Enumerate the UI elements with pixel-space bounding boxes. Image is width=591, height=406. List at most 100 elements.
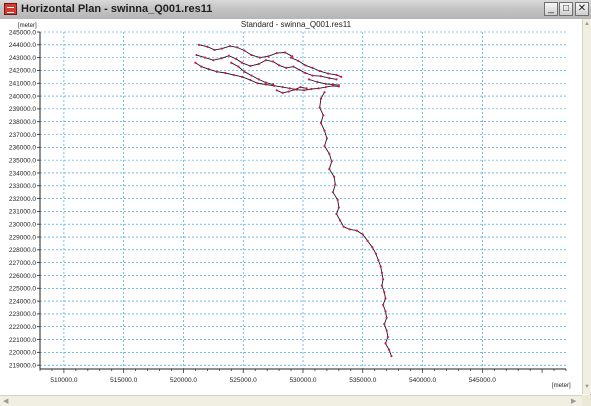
cross-section-point [215, 70, 219, 73]
cross-section-point [316, 80, 319, 84]
maximize-button[interactable]: □ [559, 2, 573, 16]
cross-section-point [318, 106, 321, 109]
cross-section-point [288, 87, 291, 90]
cross-section-point [361, 233, 364, 236]
cross-section-point [264, 59, 268, 62]
cross-section-point [281, 85, 284, 89]
cross-section-point [234, 57, 238, 61]
cross-section-point [257, 62, 260, 66]
cross-section-point [275, 89, 278, 92]
y-tick-label: 240000.0 [9, 93, 36, 100]
x-tick-label: 525000.0 [230, 377, 257, 384]
cross-section-point [335, 73, 338, 77]
cross-section-point [194, 61, 197, 64]
cross-section-point [311, 66, 314, 69]
cross-section-point [336, 198, 339, 201]
cross-section-point [322, 114, 325, 117]
cross-section-point [334, 183, 337, 186]
y-tick-label: 225000.0 [9, 286, 36, 293]
cross-section-point [243, 70, 246, 73]
y-tick-label: 229000.0 [9, 234, 36, 241]
scroll-up-icon[interactable]: ▲ [584, 21, 590, 27]
cross-section-point [380, 284, 383, 287]
cross-section-point [328, 77, 331, 80]
cross-section-point [228, 44, 232, 48]
cross-section-point [323, 129, 326, 132]
cross-section-point [195, 53, 198, 57]
y-tick-label: 242000.0 [9, 68, 36, 75]
y-tick-label: 227000.0 [9, 260, 36, 267]
vertical-scrollbar[interactable]: ▲ ▼ [582, 19, 591, 394]
cross-section-point [337, 84, 340, 87]
close-button[interactable]: ✕ [575, 2, 589, 16]
title-bar[interactable]: Horizontal Plan - swinna_Q001.res11 _ □ … [0, 0, 591, 20]
size-grip[interactable] [582, 395, 591, 406]
cross-section-point [275, 52, 278, 55]
cross-section-point [381, 303, 385, 307]
horizontal-plan-chart[interactable]: Standard - swinna_Q001.res11 [meter] [me… [0, 19, 582, 395]
cross-section-point [319, 121, 323, 125]
cross-section-point [277, 64, 281, 67]
cross-section-point [328, 152, 331, 155]
y-tick-label: 222000.0 [9, 324, 36, 331]
cross-section-point [307, 78, 311, 81]
cross-section-point [377, 258, 380, 262]
cross-section-point [317, 87, 320, 90]
cross-section-point [337, 206, 340, 209]
y-tick-label: 234000.0 [9, 170, 36, 177]
cross-section-point [287, 90, 290, 93]
cross-section-point [338, 219, 342, 222]
y-tick-label: 221000.0 [9, 337, 36, 344]
cross-section-point [250, 53, 253, 57]
cross-section-point [227, 54, 230, 57]
y-tick-label: 232000.0 [9, 196, 36, 203]
x-axis-unit-label: [meter] [552, 383, 571, 389]
cross-section-point [212, 59, 215, 62]
y-tick-label: 219000.0 [9, 362, 36, 369]
scroll-right-icon[interactable]: ▶ [571, 397, 576, 405]
cross-section-point [264, 81, 268, 84]
cross-section-point [203, 56, 207, 59]
x-tick-label: 510000.0 [50, 377, 77, 384]
cross-section-point [380, 271, 383, 274]
cross-section-point [324, 82, 327, 85]
cross-section-point [283, 51, 287, 54]
cross-section-point [292, 65, 295, 68]
y-tick-label: 244000.0 [9, 42, 36, 49]
cross-section-point [366, 239, 369, 242]
horizontal-scrollbar[interactable]: ◀ ▶ [0, 395, 582, 406]
cross-section-point [327, 72, 330, 75]
cross-section-point [240, 61, 244, 64]
cross-section-point [348, 228, 351, 231]
y-tick-label: 220000.0 [9, 350, 36, 357]
scroll-left-icon[interactable]: ◀ [3, 397, 8, 405]
y-tick-label: 228000.0 [9, 247, 36, 254]
cross-section-point [272, 60, 275, 63]
x-tick-label: 540000.0 [409, 377, 436, 384]
cross-section-point [293, 88, 296, 91]
cross-section-point [285, 66, 288, 69]
cross-section-point [237, 65, 240, 68]
x-tick-label: 520000.0 [170, 377, 197, 384]
y-tick-label: 233000.0 [9, 183, 36, 190]
y-tick-label: 238000.0 [9, 119, 36, 126]
cross-section-point [374, 252, 378, 255]
cross-section-point [371, 246, 374, 249]
cross-section-point [264, 83, 268, 86]
x-tick-label: 530000.0 [289, 377, 316, 384]
cross-section-point [267, 55, 270, 58]
cross-section-point [328, 168, 331, 171]
minimize-button[interactable]: _ [544, 2, 558, 16]
cross-section-point [379, 265, 382, 268]
cross-section-point [243, 49, 246, 52]
cross-section-point [323, 91, 326, 94]
cross-section-point [340, 75, 343, 78]
cross-section-point [332, 175, 336, 178]
scroll-down-icon[interactable]: ▼ [584, 384, 590, 390]
cross-section-point [304, 71, 307, 75]
cross-section-point [250, 74, 253, 77]
cross-section-point [390, 355, 393, 358]
cross-section-point [310, 87, 313, 91]
y-tick-label: 230000.0 [9, 222, 36, 229]
cross-section-point [319, 97, 323, 100]
